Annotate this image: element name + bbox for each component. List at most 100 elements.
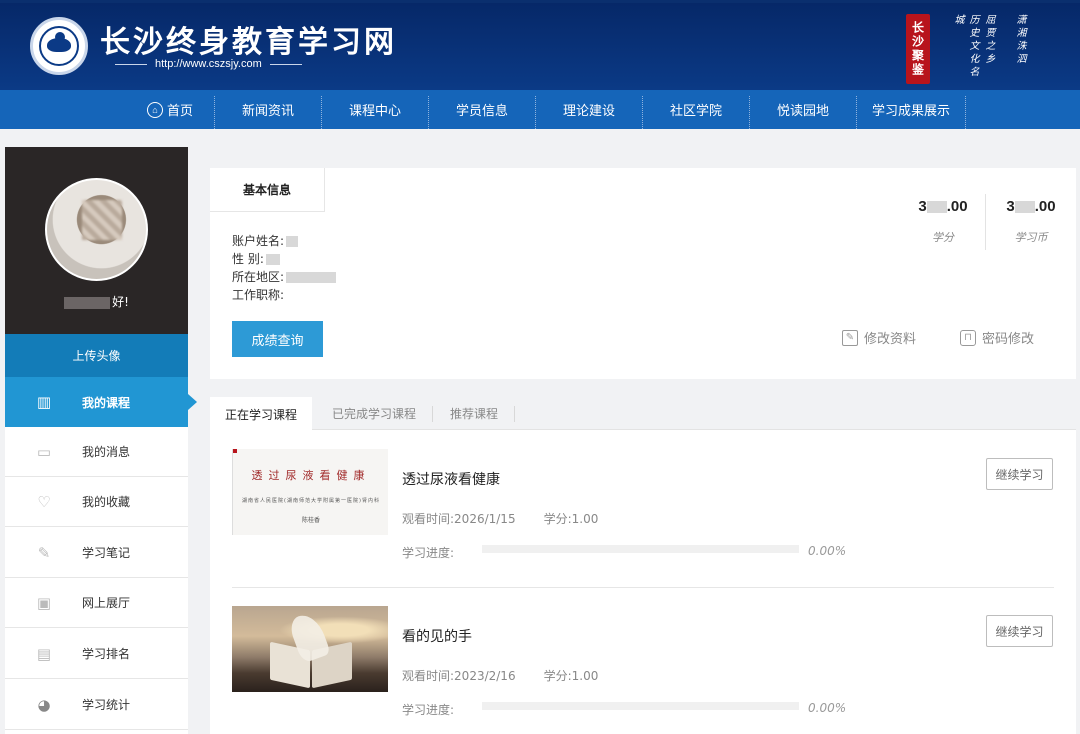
region-label: 所在地区: xyxy=(232,270,285,284)
sidebar-item-notes[interactable]: ✎ 学习笔记 xyxy=(5,528,188,578)
coins-label: 学习币 xyxy=(1014,231,1048,244)
tab-basic-info[interactable]: 基本信息 xyxy=(210,168,325,212)
sidebar-item-label: 学习笔记 xyxy=(82,546,131,560)
course-thumbnail[interactable] xyxy=(232,606,388,692)
upload-avatar-button[interactable]: 上传头像 xyxy=(5,334,188,377)
poem-line-1: 历史文化名城 xyxy=(952,14,978,79)
edit-profile-button[interactable]: ✎ 修改资料 xyxy=(842,328,916,347)
site-logo[interactable] xyxy=(30,17,88,75)
coins-suffix: .00 xyxy=(1034,198,1056,215)
sidebar-item-label: 我的收藏 xyxy=(82,495,131,509)
change-password-label: 密码修改 xyxy=(982,332,1035,347)
logo-emblem-icon xyxy=(39,26,79,66)
active-indicator xyxy=(188,394,197,410)
progress-label: 学习进度: xyxy=(402,703,455,717)
nav-courses[interactable]: 课程中心 xyxy=(322,90,428,129)
course-meta: 观看时间:2026/1/15 学分:1.00 xyxy=(402,510,598,527)
books-icon: ▥ xyxy=(36,393,52,411)
credit-label: 学分: xyxy=(543,512,572,526)
watch-label: 观看时间: xyxy=(402,669,455,683)
course-thumbnail[interactable]: 透过尿液看健康 湖南省人民医院(湖南师范大学附属第一医院)肾内科 陈桂香 xyxy=(232,449,388,535)
note-icon: ✎ xyxy=(37,543,51,562)
watch-time: 2026/1/15 xyxy=(454,512,516,526)
greeting-text: 好! xyxy=(112,295,129,309)
gender-row: 性 别: xyxy=(232,250,280,267)
greeting: 好! xyxy=(5,293,188,310)
course-meta: 观看时间:2023/2/16 学分:1.00 xyxy=(402,667,598,684)
region-row: 所在地区: xyxy=(232,268,337,285)
basic-info-panel: 基本信息 账户姓名: 性 别: 所在地区: 工作职称: 成绩查询 3 .00 学分… xyxy=(210,168,1076,379)
heart-icon: ♡ xyxy=(37,492,51,511)
sidebar-item-label: 我的消息 xyxy=(82,445,131,459)
credits-label: 学分 xyxy=(932,231,954,244)
site-url: http://www.cszsjy.com xyxy=(115,58,302,70)
gender-label: 性 别: xyxy=(232,252,264,266)
progress-bar xyxy=(482,702,799,710)
nav-news[interactable]: 新闻资讯 xyxy=(215,90,321,129)
gallery-icon: ▣ xyxy=(36,593,52,612)
course-title[interactable]: 透过尿液看健康 xyxy=(402,469,500,489)
nav-achievements[interactable]: 学习成果展示 xyxy=(857,90,965,129)
credit-value: 1.00 xyxy=(571,669,599,683)
sidebar: 好! 上传头像 ▥ 我的课程 ▭ 我的消息 ♡ 我的收藏 ✎ 学习笔记 ▣ 网上… xyxy=(5,147,197,734)
account-name-row: 账户姓名: xyxy=(232,232,299,249)
sidebar-item-ranking[interactable]: ▤ 学习排名 xyxy=(5,629,188,679)
sidebar-item-my-courses[interactable]: ▥ 我的课程 xyxy=(5,377,197,427)
tab-in-progress[interactable]: 正在学习课程 xyxy=(210,397,312,431)
main-nav: ⌂ 首页 新闻资讯 课程中心 学员信息 理论建设 社区学院 悦读园地 学习成果展示 xyxy=(0,90,1080,129)
course-item: 看的见的手 观看时间:2023/2/16 学分:1.00 学习进度: 0.00% … xyxy=(232,606,1054,717)
thumb-title: 透过尿液看健康 xyxy=(251,469,371,482)
course-tabs: 正在学习课程 已完成学习课程 推荐课程 xyxy=(210,397,1076,431)
sidebar-item-gallery[interactable]: ▣ 网上展厅 xyxy=(5,578,188,628)
coins-prefix: 3 xyxy=(1006,198,1015,215)
sidebar-item-label: 学习统计 xyxy=(82,698,131,712)
watch-label: 观看时间: xyxy=(402,512,455,526)
credit-label: 学分: xyxy=(543,669,572,683)
course-panel: 正在学习课程 已完成学习课程 推荐课程 透过尿液看健康 湖南省人民医院(湖南师范… xyxy=(210,397,1076,734)
edit-icon: ✎ xyxy=(842,329,858,346)
nav-home[interactable]: ⌂ 首页 xyxy=(126,90,214,129)
nav-reading[interactable]: 悦读园地 xyxy=(750,90,856,129)
progress-percent: 0.00% xyxy=(808,701,847,715)
site-url-text: http://www.cszsjy.com xyxy=(155,58,262,70)
course-title[interactable]: 看的见的手 xyxy=(402,626,472,646)
nav-community[interactable]: 社区学院 xyxy=(643,90,749,129)
tab-recommended[interactable]: 推荐课程 xyxy=(438,397,510,430)
sidebar-item-messages[interactable]: ▭ 我的消息 xyxy=(5,427,188,477)
job-title-label: 工作职称: xyxy=(232,288,285,302)
account-name-label: 账户姓名: xyxy=(232,234,285,248)
site-header: 长沙终身教育学习网 http://www.cszsjy.com 长沙聚鉴 历史文… xyxy=(0,0,1080,90)
continue-learning-button[interactable]: 继续学习 xyxy=(986,615,1053,647)
nav-home-label: 首页 xyxy=(166,103,193,118)
avatar[interactable] xyxy=(45,178,148,281)
pie-chart-icon: ◕ xyxy=(37,695,51,714)
credits-stat: 3 .00 学分 xyxy=(898,198,988,245)
change-password-button[interactable]: ⊓ 密码修改 xyxy=(960,328,1034,347)
credits-suffix: .00 xyxy=(946,198,968,215)
credits-prefix: 3 xyxy=(918,198,927,215)
thumb-subtitle: 湖南省人民医院(湖南师范大学附属第一医院)肾内科 xyxy=(242,498,380,504)
sidebar-item-favorites[interactable]: ♡ 我的收藏 xyxy=(5,477,188,527)
coins-stat: 3 .00 学习币 xyxy=(986,198,1076,245)
job-title-row: 工作职称: xyxy=(232,286,284,303)
score-query-button[interactable]: 成绩查询 xyxy=(232,321,323,357)
tab-completed[interactable]: 已完成学习课程 xyxy=(322,397,426,430)
sidebar-item-label: 我的课程 xyxy=(82,395,131,410)
profile-box: 好! xyxy=(5,147,188,334)
message-icon: ▭ xyxy=(36,442,52,461)
edit-profile-label: 修改资料 xyxy=(864,332,917,347)
sidebar-item-statistics[interactable]: ◕ 学习统计 xyxy=(5,680,188,730)
nav-students[interactable]: 学员信息 xyxy=(429,90,535,129)
ranking-icon: ▤ xyxy=(36,644,52,663)
home-icon: ⌂ xyxy=(146,101,163,118)
course-divider xyxy=(232,587,1054,588)
course-item: 透过尿液看健康 湖南省人民医院(湖南师范大学附属第一医院)肾内科 陈桂香 透过尿… xyxy=(232,449,1054,560)
sidebar-item-label: 网上展厅 xyxy=(82,596,131,610)
continue-learning-button[interactable]: 继续学习 xyxy=(986,458,1053,490)
lock-icon: ⊓ xyxy=(960,329,976,346)
nav-theory[interactable]: 理论建设 xyxy=(536,90,642,129)
progress-bar xyxy=(482,545,799,553)
poem-line-2: 屈贾之乡 xyxy=(983,14,994,66)
progress-percent: 0.00% xyxy=(808,544,847,558)
watch-time: 2023/2/16 xyxy=(454,669,516,683)
